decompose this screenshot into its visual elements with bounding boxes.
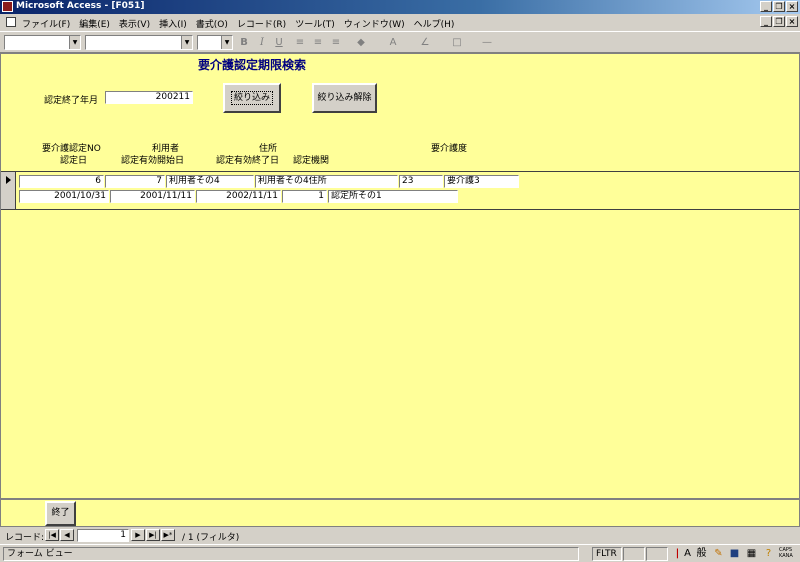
next-record-button[interactable]: ▶ bbox=[131, 529, 145, 541]
chevron-down-icon: ▼ bbox=[69, 36, 80, 49]
nav-label: レコード: bbox=[5, 533, 45, 543]
status-bar: フォーム ビュー FLTR | A 般 ✎ ■ ▦ ? CAPS KANA bbox=[0, 544, 800, 562]
header-cert-date: 認定日 bbox=[60, 156, 88, 166]
window-title: Microsoft Access - [F051] bbox=[16, 1, 145, 11]
fill-color-icon[interactable]: ◆ bbox=[354, 36, 368, 50]
menu-help[interactable]: ヘルプ(H) bbox=[414, 17, 455, 30]
current-record-icon bbox=[6, 176, 11, 184]
current-record-input[interactable]: 1 bbox=[77, 529, 129, 542]
restore-button[interactable]: ❐ bbox=[773, 1, 785, 12]
ime-alpha-icon[interactable]: A bbox=[681, 547, 694, 560]
menu-edit[interactable]: 編集(E) bbox=[79, 17, 110, 30]
status-panel-empty-2 bbox=[646, 547, 668, 561]
view-status: フォーム ビュー bbox=[3, 547, 579, 561]
user-id-field[interactable]: 7 bbox=[105, 175, 165, 188]
bold-button[interactable]: B bbox=[238, 36, 250, 50]
access-app-icon[interactable] bbox=[2, 1, 13, 12]
header-care-level: 要介護度 bbox=[431, 144, 468, 154]
filter-button-label: 絞り込み bbox=[230, 91, 273, 105]
document-icon[interactable] bbox=[6, 17, 16, 27]
record-row[interactable]: 6 7 利用者その4 利用者その4住所 23 要介護3 2001/10/31 2… bbox=[1, 171, 799, 210]
minimize-button[interactable]: _ bbox=[760, 1, 772, 12]
cert-date-field[interactable]: 2001/10/31 bbox=[19, 190, 109, 203]
menu-view[interactable]: 表示(V) bbox=[119, 17, 150, 30]
filter-indicator: FLTR bbox=[592, 547, 622, 561]
user-name-field[interactable]: 利用者その4 bbox=[166, 175, 254, 188]
font-color-icon[interactable]: A bbox=[386, 36, 400, 50]
header-valid-start: 認定有効開始日 bbox=[121, 156, 185, 166]
cert-no-field[interactable]: 6 bbox=[19, 175, 104, 188]
header-valid-end: 認定有効終了日 bbox=[216, 156, 280, 166]
first-record-button[interactable]: |◀ bbox=[45, 529, 59, 541]
menu-file[interactable]: ファイル(F) bbox=[22, 17, 70, 30]
ime-pad-icon[interactable]: ▦ bbox=[745, 547, 758, 560]
underline-button[interactable]: U bbox=[273, 36, 285, 50]
valid-start-field[interactable]: 2001/11/11 bbox=[110, 190, 195, 203]
close-button[interactable]: × bbox=[786, 1, 798, 12]
care-level-field[interactable]: 要介護3 bbox=[444, 175, 519, 188]
record-navigation-bar: レコード: |◀ ◀ 1 ▶ ▶| ▶* / 1 (フィルタ) bbox=[0, 527, 800, 544]
caps-kana-indicator: CAPS KANA bbox=[779, 547, 799, 560]
agency-name-field[interactable]: 認定所その1 bbox=[328, 190, 458, 203]
kana-indicator: KANA bbox=[779, 553, 793, 559]
doc-restore-button[interactable]: ❐ bbox=[773, 16, 785, 27]
care-code-field[interactable]: 23 bbox=[399, 175, 443, 188]
valid-end-field[interactable]: 2002/11/11 bbox=[196, 190, 281, 203]
chevron-down-icon: ▼ bbox=[221, 36, 232, 49]
filter-button[interactable]: 絞り込み bbox=[223, 83, 281, 113]
formatting-toolbar: ▼ ▼ ▼ B I U ≡ ≡ ≡ ◆ A ∠ □ — bbox=[0, 31, 800, 53]
menu-records[interactable]: レコード(R) bbox=[237, 17, 286, 30]
access-window: Microsoft Access - [F051] _ ❐ × ファイル(F) … bbox=[0, 0, 800, 562]
filter-input[interactable]: 200211 bbox=[105, 91, 193, 104]
align-right-button[interactable]: ≡ bbox=[330, 36, 342, 50]
ime-mode-icon[interactable]: 般 bbox=[695, 547, 708, 560]
new-record-button[interactable]: ▶* bbox=[161, 529, 175, 541]
title-bar[interactable]: Microsoft Access - [F051] _ ❐ × bbox=[0, 0, 800, 14]
form-detail-area: 要介護認定期限検索 認定終了年月 200211 絞り込み 絞り込み解除 要介護認… bbox=[0, 53, 800, 499]
ime-dictionary-icon[interactable]: ■ bbox=[728, 547, 741, 560]
italic-button[interactable]: I bbox=[256, 36, 268, 50]
ime-help-icon[interactable]: ? bbox=[762, 547, 775, 560]
last-record-button[interactable]: ▶| bbox=[146, 529, 160, 541]
clear-filter-button[interactable]: 絞り込み解除 bbox=[312, 83, 377, 113]
ime-tool-icon[interactable]: ✎ bbox=[712, 547, 725, 560]
font-name-combo[interactable]: ▼ bbox=[85, 35, 193, 50]
status-panel-empty bbox=[623, 547, 645, 561]
line-color-icon[interactable]: ∠ bbox=[418, 36, 432, 50]
address-field[interactable]: 利用者その4住所 bbox=[255, 175, 398, 188]
line-width-icon[interactable]: — bbox=[480, 36, 494, 50]
header-agency: 認定機関 bbox=[293, 156, 330, 166]
font-size-combo[interactable]: ▼ bbox=[197, 35, 233, 50]
doc-close-button[interactable]: × bbox=[786, 16, 798, 27]
agency-id-field[interactable]: 1 bbox=[282, 190, 327, 203]
object-combo[interactable]: ▼ bbox=[4, 35, 81, 50]
prev-record-button[interactable]: ◀ bbox=[60, 529, 74, 541]
border-icon[interactable]: □ bbox=[450, 36, 464, 50]
align-left-button[interactable]: ≡ bbox=[294, 36, 306, 50]
menu-bar: ファイル(F) 編集(E) 表示(V) 挿入(I) 書式(O) レコード(R) … bbox=[0, 14, 800, 31]
doc-minimize-button[interactable]: _ bbox=[760, 16, 772, 27]
menu-window[interactable]: ウィンドウ(W) bbox=[344, 17, 405, 30]
menu-insert[interactable]: 挿入(I) bbox=[159, 17, 187, 30]
record-selector[interactable] bbox=[1, 172, 16, 209]
chevron-down-icon: ▼ bbox=[181, 36, 192, 49]
record-total: / 1 (フィルタ) bbox=[182, 533, 240, 543]
menu-tools[interactable]: ツール(T) bbox=[295, 17, 335, 30]
form-footer: 終了 bbox=[0, 499, 800, 527]
end-button[interactable]: 終了 bbox=[45, 501, 76, 526]
align-center-button[interactable]: ≡ bbox=[312, 36, 324, 50]
menu-format[interactable]: 書式(O) bbox=[196, 17, 228, 30]
filter-label: 認定終了年月 bbox=[44, 96, 99, 106]
form-title: 要介護認定期限検索 bbox=[198, 58, 307, 72]
